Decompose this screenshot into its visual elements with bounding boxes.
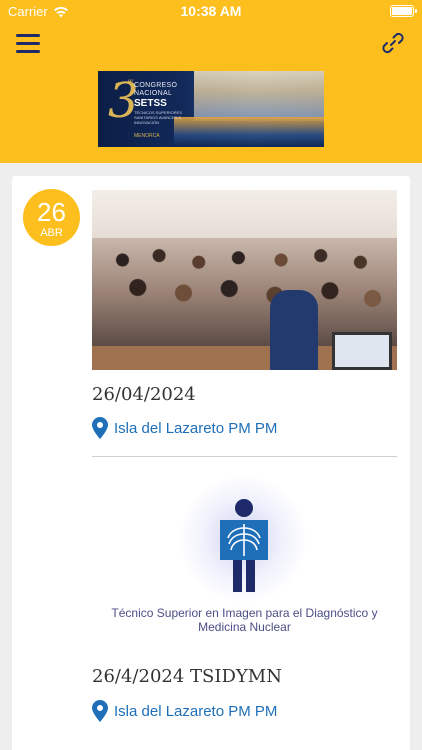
congress-banner: 3 er CONGRESO NACIONAL SETSS TÉCNICOS SU… [98,71,324,147]
menu-button[interactable] [16,34,40,53]
event-date-2: 26/4/2024 TSIDYMN [92,666,282,687]
date-badge: 26 ABR [23,189,80,246]
battery-icon [390,5,417,17]
status-bar: Carrier 10:38 AM [0,0,422,22]
event-location-2: Isla del Lazareto PM PM [114,702,278,720]
link-icon[interactable] [380,30,406,56]
event-date: 26/04/2024 [92,384,196,405]
banner-line1: CONGRESO [134,82,178,89]
xray-person-icon [220,499,268,592]
banner-line3: SETSS [134,98,167,109]
location-pin-icon [92,700,108,722]
banner-line5: MENORCA [134,133,160,139]
location-pin-icon [92,417,108,439]
app-header: Carrier 10:38 AM 3 er CONGRESO NACIONAL … [0,0,422,163]
photo-attendee [270,290,318,370]
banner-town-scene [194,71,324,121]
clock: 10:38 AM [180,3,242,19]
banner-superscript: er [128,79,134,85]
event-photo[interactable] [92,190,397,370]
event-location: Isla del Lazareto PM PM [114,419,278,437]
event-card[interactable]: 26 ABR 26/04/2024 Isla del Lazareto PM P… [12,176,410,750]
date-badge-month: ABR [40,227,63,239]
event-location-link[interactable]: Isla del Lazareto PM PM [92,417,277,439]
date-badge-day: 26 [37,197,66,227]
event-location-link-2[interactable]: Isla del Lazareto PM PM [92,700,277,722]
banner-line4: TÉCNICOS SUPERIORES SANITARIOS AVANCES E… [134,110,183,125]
hamburger-icon [16,34,40,37]
logo-caption: Técnico Superior en Imagen para el Diagn… [111,606,378,634]
banner-line2: NACIONAL [134,90,173,97]
photo-laptop [332,332,392,370]
tsidymn-logo[interactable]: Técnico Superior en Imagen para el Diagn… [92,472,397,652]
divider [92,456,397,457]
